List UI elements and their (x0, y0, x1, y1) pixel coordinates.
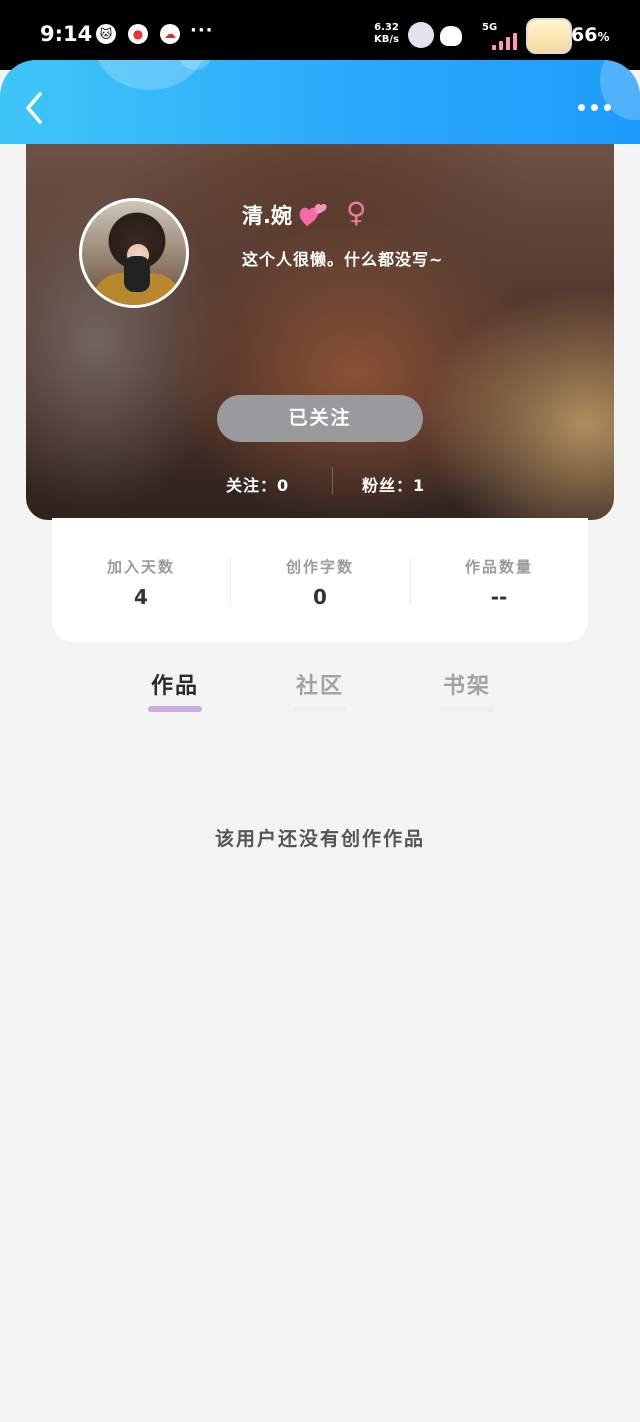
stat-word-count: 创作字数 0 (231, 556, 409, 609)
username: 清.婉 (242, 204, 292, 228)
tab-community-indicator (293, 706, 347, 712)
tab-bookshelf-indicator (440, 706, 494, 712)
signal-icon (492, 30, 520, 50)
stat-divider (332, 467, 333, 495)
stats-card: 加入天数 4 创作字数 0 作品数量 -- (52, 518, 588, 642)
two-hearts-icon (299, 203, 327, 226)
top-bar (0, 60, 640, 144)
stat-value: 4 (134, 585, 148, 609)
chat-notification-icon: ☁ (160, 24, 180, 44)
headset-icon (408, 22, 434, 48)
more-dot (591, 104, 598, 111)
empty-state-message: 该用户还没有创作作品 (214, 828, 425, 850)
tab-works[interactable]: 作品 (135, 668, 215, 700)
more-dot (578, 104, 585, 111)
more-dot (604, 104, 611, 111)
weibo-notification-icon: ● (128, 24, 148, 44)
status-time: 9:14 (40, 22, 93, 46)
tab-works-indicator (148, 706, 202, 712)
cat-icon (440, 26, 462, 46)
battery-level: 66% (571, 24, 610, 46)
followers-count[interactable]: 粉丝：1 (362, 472, 425, 496)
more-button[interactable] (572, 96, 616, 116)
stat-label: 作品数量 (464, 558, 533, 576)
app-notification-icon: 🐱 (96, 24, 116, 44)
avatar[interactable] (79, 198, 189, 308)
stat-value: -- (490, 585, 508, 609)
network-speed: 6.32 KB/s (374, 22, 399, 46)
following-count[interactable]: 关注：0 (226, 472, 289, 496)
stat-label: 加入天数 (106, 558, 175, 576)
battery-icon (526, 18, 572, 54)
tab-bookshelf[interactable]: 书架 (427, 668, 507, 700)
stat-works-count: 作品数量 -- (410, 556, 588, 609)
bio-text: 这个人很懒。什么都没写~ (242, 250, 444, 269)
chevron-left-icon (26, 92, 42, 124)
stat-join-days: 加入天数 4 (52, 556, 230, 609)
back-button[interactable] (20, 88, 56, 128)
stat-value: 0 (313, 585, 327, 609)
profile-card: 清.婉 ♀ 这个人很懒。什么都没写~ 已关注 关注：0 粉丝：1 (26, 144, 614, 520)
network-speed-value: 6.32 (374, 22, 399, 33)
female-icon: ♀ (346, 196, 367, 229)
following-button[interactable]: 已关注 (217, 395, 423, 442)
stat-label: 创作字数 (285, 558, 354, 576)
tab-community[interactable]: 社区 (280, 668, 360, 700)
avatar-hand (124, 256, 150, 292)
network-speed-unit: KB/s (374, 34, 399, 45)
more-notifications-icon: ··· (190, 20, 214, 41)
